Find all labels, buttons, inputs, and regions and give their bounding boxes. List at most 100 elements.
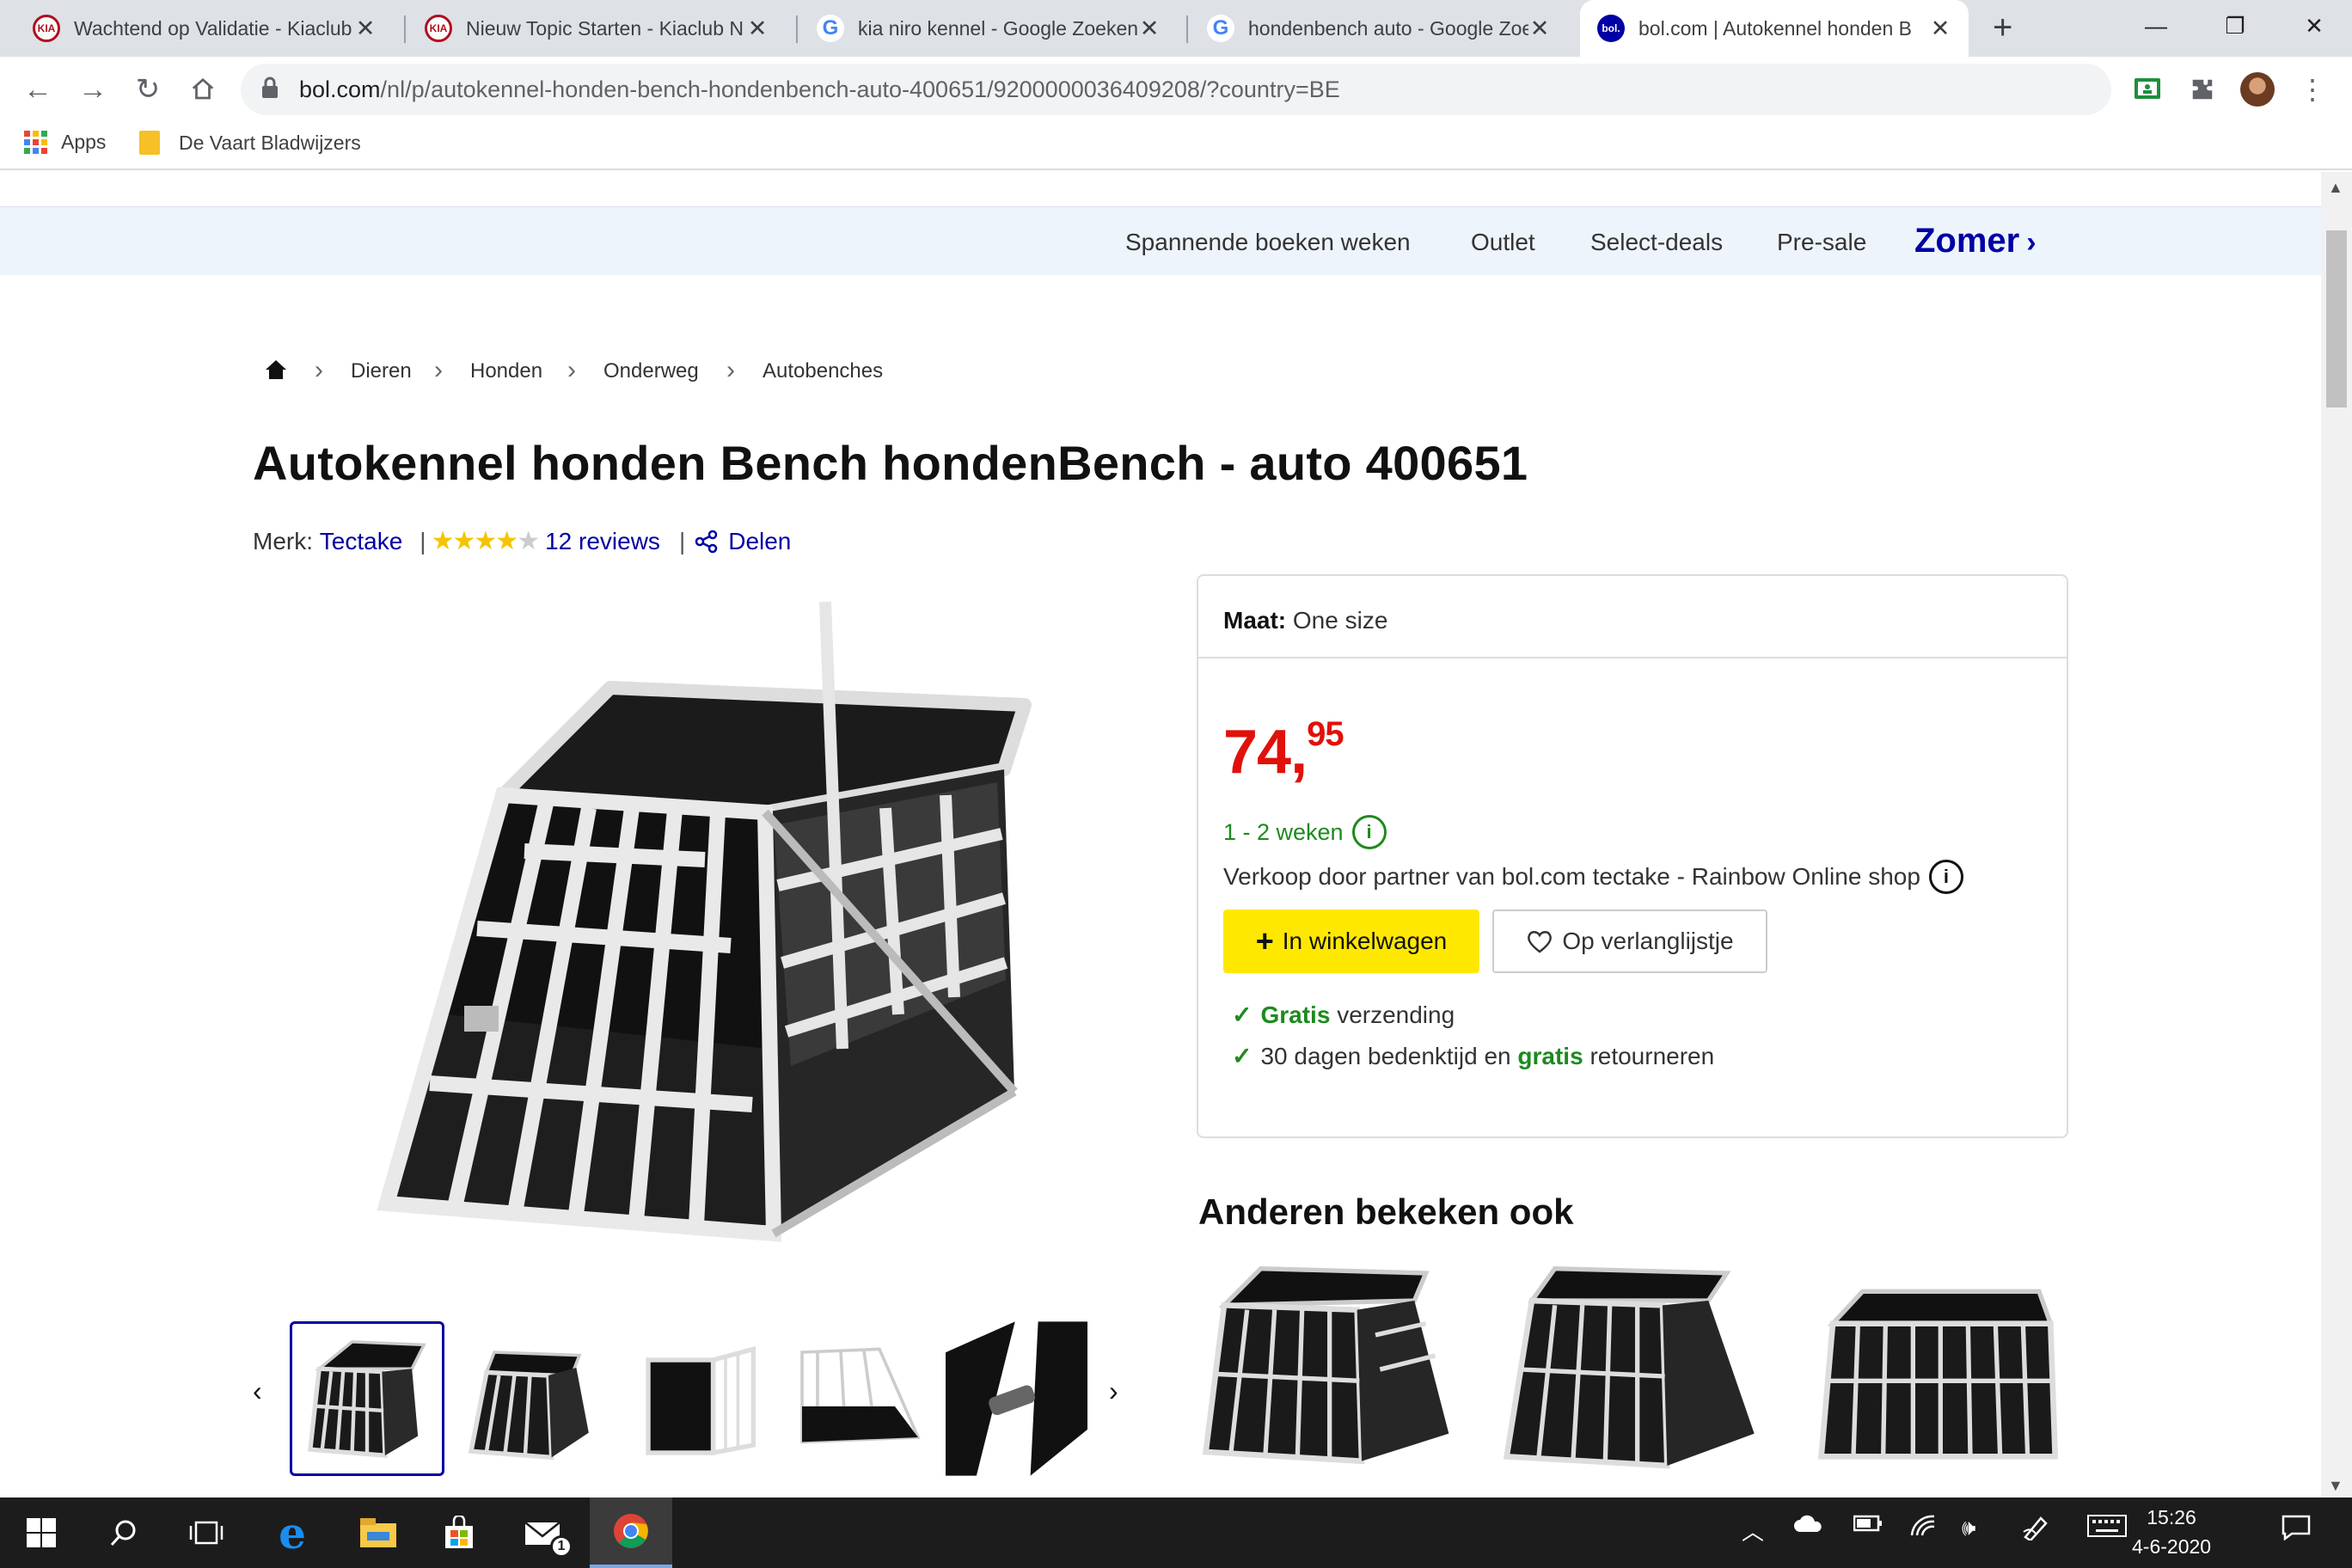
carousel-prev-icon[interactable]: ‹ — [253, 1375, 262, 1407]
url-text[interactable]: bol.com/nl/p/autokennel-honden-bench-hon… — [299, 77, 1340, 103]
brand-label: Merk: — [253, 527, 313, 554]
close-tab-icon[interactable]: ✕ — [1929, 15, 1951, 42]
bookmark-apps[interactable]: Apps — [24, 131, 106, 154]
close-tab-icon[interactable]: ✕ — [354, 15, 377, 42]
edge-browser-icon[interactable]: e — [251, 1498, 334, 1568]
browser-tab-active[interactable]: bol. bol.com | Autokennel honden B ✕ — [1580, 0, 1969, 57]
usp-text: verzending — [1337, 1001, 1455, 1028]
onedrive-cloud-icon[interactable] — [1793, 1515, 1824, 1539]
tab-title: kia niro kennel - Google Zoeken — [858, 16, 1138, 40]
size-selector[interactable]: Maat: One size — [1223, 607, 1387, 634]
keyboard-icon[interactable] — [2087, 1515, 2127, 1542]
close-tab-icon[interactable]: ✕ — [1138, 15, 1161, 42]
wishlist-button[interactable]: Op verlanglijstje — [1492, 910, 1767, 973]
cart-button-label: In winkelwagen — [1282, 928, 1448, 954]
extensions-puzzle-icon[interactable] — [2184, 70, 2221, 108]
price-cents: 95 — [1307, 715, 1344, 753]
task-view-icon[interactable] — [165, 1498, 248, 1568]
product-thumbnail[interactable] — [946, 1321, 1087, 1476]
recommended-product-image[interactable] — [1798, 1253, 2073, 1485]
restore-icon[interactable]: ❐ — [2196, 0, 2275, 52]
minimize-icon[interactable]: — — [2116, 0, 2196, 52]
profile-avatar[interactable] — [2239, 70, 2276, 108]
breadcrumb-item[interactable]: Onderweg — [603, 359, 699, 383]
home-icon[interactable] — [184, 70, 222, 108]
usp-text: 30 dagen bedenktijd en — [1260, 1042, 1511, 1069]
microsoft-store-icon[interactable] — [418, 1498, 500, 1568]
promo-highlight-link[interactable]: Zomer › — [1914, 222, 2037, 260]
clipped-nav-item[interactable] — [254, 172, 401, 182]
new-tab-icon[interactable]: + — [1993, 9, 2012, 47]
breadcrumb-item[interactable]: Autobenches — [763, 359, 883, 383]
pen-workspace-icon[interactable] — [2022, 1515, 2051, 1546]
scroll-down-arrow-icon[interactable]: ▼ — [2328, 1477, 2343, 1495]
menu-kebab-icon[interactable]: ⋮ — [2294, 70, 2331, 108]
battery-icon[interactable] — [1853, 1515, 1883, 1537]
reviews-link[interactable]: 12 reviews — [545, 528, 660, 555]
recommended-product-image[interactable] — [1197, 1253, 1472, 1485]
chevron-up-icon[interactable]: ︿ — [1742, 1515, 1764, 1547]
volume-icon[interactable]: 🕪 — [1962, 1515, 1975, 1542]
close-window-icon[interactable]: ✕ — [2275, 0, 2352, 52]
info-icon[interactable]: i — [1351, 815, 1387, 849]
forward-icon[interactable]: → — [74, 70, 112, 108]
tab-divider — [404, 15, 406, 43]
home-icon[interactable] — [265, 359, 287, 384]
close-tab-icon[interactable]: ✕ — [746, 15, 769, 42]
delivery-time: 1 - 2 weken i — [1223, 815, 1387, 849]
apps-grid-icon — [24, 131, 47, 154]
promo-highlight-label: Zomer — [1914, 222, 2020, 260]
search-icon[interactable] — [83, 1498, 165, 1568]
product-thumbnail[interactable] — [617, 1321, 772, 1476]
product-main-image[interactable] — [327, 601, 1049, 1272]
bookmark-label: De Vaart Bladwijzers — [179, 131, 361, 154]
breadcrumb-item[interactable]: Dieren — [351, 359, 412, 383]
bookmark-folder[interactable]: De Vaart Bladwijzers — [139, 131, 361, 155]
mail-icon[interactable]: 1 — [502, 1498, 585, 1568]
usp-returns: ✓ 30 dagen bedenktijd en gratis retourner… — [1232, 1042, 1714, 1070]
url-path: /nl/p/autokennel-honden-bench-hondenbenc… — [380, 77, 1340, 102]
info-icon[interactable]: i — [1928, 860, 1963, 894]
promo-link[interactable]: Select-deals — [1590, 229, 1723, 256]
product-meta: Merk: Tectake | ★★★★★ 12 reviews | Delen — [253, 526, 792, 556]
promo-link[interactable]: Spannende boeken weken — [1125, 229, 1411, 256]
scrollbar-thumb[interactable] — [2326, 230, 2347, 407]
classroom-extension-icon[interactable] — [2128, 70, 2166, 108]
windows-start-icon[interactable] — [0, 1498, 83, 1568]
recommended-product-image[interactable] — [1498, 1253, 1773, 1485]
product-thumbnail[interactable] — [456, 1321, 610, 1476]
browser-tab[interactable]: KIA Wachtend op Validatie - Kiaclub ✕ — [15, 0, 394, 57]
clipped-nav-item[interactable] — [487, 172, 719, 182]
promo-link[interactable]: Pre-sale — [1777, 229, 1866, 256]
brand-link[interactable]: Tectake — [320, 528, 403, 555]
kia-logo-icon: KIA — [425, 15, 452, 42]
wifi-icon[interactable] — [1910, 1515, 1936, 1542]
rating-stars[interactable]: ★★★★★ — [432, 526, 541, 556]
chevron-right-icon: › — [434, 356, 443, 384]
lock-icon[interactable] — [260, 76, 279, 104]
product-thumbnail[interactable] — [290, 1321, 444, 1476]
chrome-taskbar-icon[interactable] — [590, 1498, 672, 1568]
browser-tab[interactable]: G kia niro kennel - Google Zoeken ✕ — [799, 0, 1178, 57]
scroll-up-arrow-icon[interactable]: ▲ — [2328, 179, 2343, 197]
product-thumbnail[interactable] — [779, 1321, 934, 1476]
share-icon[interactable] — [694, 529, 720, 554]
breadcrumb-item[interactable]: Honden — [470, 359, 542, 383]
file-explorer-icon[interactable] — [337, 1498, 420, 1568]
add-to-cart-button[interactable]: + In winkelwagen — [1223, 910, 1479, 973]
notifications-icon[interactable] — [2282, 1515, 2311, 1546]
size-label: Maat: — [1223, 607, 1287, 634]
share-link[interactable]: Delen — [728, 528, 791, 555]
carousel-next-icon[interactable]: › — [1109, 1375, 1118, 1407]
back-icon[interactable]: ← — [19, 70, 57, 108]
size-value: One size — [1292, 607, 1388, 634]
promo-link[interactable]: Outlet — [1471, 229, 1535, 256]
browser-tab[interactable]: KIA Nieuw Topic Starten - Kiaclub N ✕ — [407, 0, 786, 57]
browser-tab[interactable]: G hondenbench auto - Google Zoe ✕ — [1190, 0, 1568, 57]
clipped-nav-item[interactable] — [805, 172, 963, 182]
reload-icon[interactable]: ↻ — [129, 70, 167, 108]
kia-logo-icon: KIA — [33, 15, 60, 42]
system-clock[interactable]: 15:26 4-6-2020 — [2132, 1503, 2211, 1561]
usp-bold: gratis — [1517, 1042, 1583, 1069]
close-tab-icon[interactable]: ✕ — [1528, 15, 1551, 42]
